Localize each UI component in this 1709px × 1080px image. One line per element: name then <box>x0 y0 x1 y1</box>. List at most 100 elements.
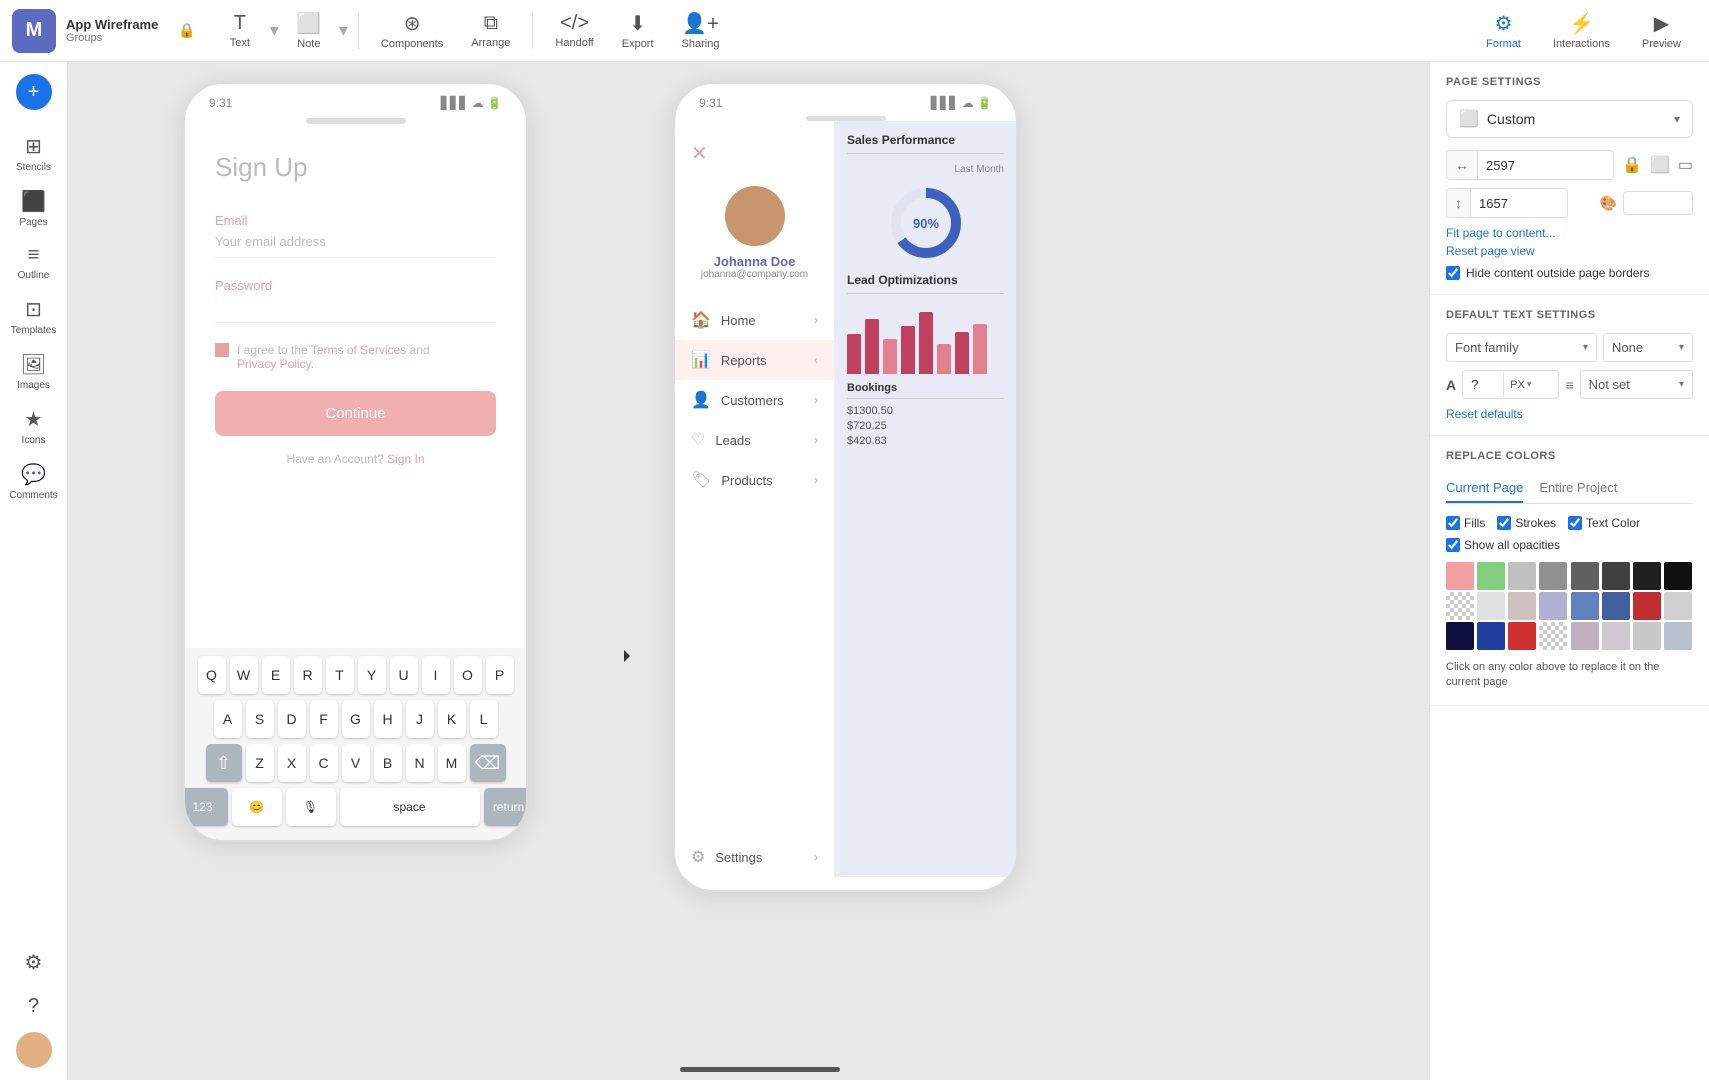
key-s[interactable]: S <box>246 700 274 738</box>
signin-link[interactable]: Sign In <box>387 452 424 466</box>
color-swatch-7[interactable] <box>1664 562 1692 590</box>
key-shift[interactable]: ⇧ <box>206 744 242 782</box>
menu-item-reports[interactable]: 📊 Reports ‹ <box>675 340 834 380</box>
hide-content-checkbox[interactable] <box>1446 266 1460 280</box>
key-123[interactable]: 123 <box>183 788 228 826</box>
key-i[interactable]: I <box>422 656 450 694</box>
privacy-link[interactable]: Privacy Policy. <box>237 357 314 371</box>
font-size-input[interactable] <box>1463 371 1503 398</box>
key-r[interactable]: R <box>294 656 322 694</box>
color-swatch-16[interactable] <box>1446 622 1474 650</box>
key-b[interactable]: B <box>374 744 402 782</box>
key-delete[interactable]: ⌫ <box>470 744 506 782</box>
arrange-tool[interactable]: ⧉ Arrange <box>457 6 524 55</box>
sidebar-item-pages[interactable]: ⬛ Pages <box>0 181 67 236</box>
sidebar-item-stencils[interactable]: ⊞ Stencils <box>0 126 67 181</box>
custom-page-dropdown[interactable]: ⬜ Custom ▾ <box>1446 100 1693 138</box>
width-input[interactable] <box>1478 152 1538 179</box>
fit-page-link[interactable]: Fit page to content... <box>1446 226 1693 240</box>
color-swatch-15[interactable] <box>1664 592 1692 620</box>
menu-item-leads[interactable]: ♡ Leads › <box>675 420 834 460</box>
color-swatch-11[interactable] <box>1539 592 1567 620</box>
lock-dimensions-icon[interactable]: 🔒 <box>1622 155 1642 175</box>
key-space[interactable]: space <box>340 788 480 826</box>
color-swatch-14[interactable] <box>1633 592 1661 620</box>
sidebar-item-templates[interactable]: ⊡ Templates <box>0 289 67 344</box>
key-mic[interactable]: 🎙 <box>286 788 336 826</box>
sharing-tool[interactable]: 👤+ Sharing <box>668 5 734 56</box>
color-swatch-21[interactable] <box>1602 622 1630 650</box>
sidebar-item-icons[interactable]: ★ Icons <box>0 399 67 454</box>
color-swatch-0[interactable] <box>1446 562 1474 590</box>
key-u[interactable]: U <box>390 656 418 694</box>
key-z[interactable]: Z <box>246 744 274 782</box>
key-c[interactable]: C <box>310 744 338 782</box>
key-t[interactable]: T <box>326 656 354 694</box>
continue-button[interactable]: Continue <box>215 391 496 436</box>
lock-icon[interactable]: 🔒 <box>178 22 195 39</box>
key-n[interactable]: N <box>406 744 434 782</box>
key-y[interactable]: Y <box>358 656 386 694</box>
key-p[interactable]: P <box>486 656 514 694</box>
text-color-checkbox[interactable] <box>1568 516 1582 530</box>
handoff-tool[interactable]: </> Handoff <box>541 6 607 55</box>
preview-tab[interactable]: ▶ Preview <box>1626 5 1697 56</box>
components-tool[interactable]: ⊛ Components <box>367 5 457 56</box>
menu-item-home[interactable]: 🏠 Home › <box>675 300 834 340</box>
color-swatch-17[interactable] <box>1477 622 1505 650</box>
interactions-tab[interactable]: ⚡ Interactions <box>1537 5 1626 56</box>
key-return[interactable]: return <box>484 788 529 826</box>
color-swatch-4[interactable] <box>1571 562 1599 590</box>
reset-defaults-link[interactable]: Reset defaults <box>1446 407 1693 421</box>
tab-current-page[interactable]: Current Page <box>1446 474 1523 503</box>
key-w[interactable]: W <box>230 656 258 694</box>
format-tab[interactable]: ⚙ Format <box>1470 5 1537 56</box>
font-size-unit-dropdown[interactable]: PX ▾ <box>1503 373 1537 397</box>
color-swatch-3[interactable] <box>1539 562 1567 590</box>
terms-checkbox[interactable] <box>215 343 229 357</box>
color-swatch-2[interactable] <box>1508 562 1536 590</box>
user-profile-avatar[interactable] <box>725 186 785 246</box>
color-swatch-5[interactable] <box>1602 562 1630 590</box>
key-o[interactable]: O <box>454 656 482 694</box>
not-set-dropdown[interactable]: Not set ▾ <box>1580 370 1693 399</box>
note-tool[interactable]: ⬜ Note <box>281 5 337 56</box>
color-swatch-12[interactable] <box>1571 592 1599 620</box>
fill-color-input[interactable] <box>1623 191 1693 215</box>
key-d[interactable]: D <box>278 700 306 738</box>
color-swatch-8[interactable] <box>1446 592 1474 620</box>
color-swatch-23[interactable] <box>1664 622 1692 650</box>
key-l[interactable]: L <box>470 700 498 738</box>
show-opacities-checkbox[interactable] <box>1446 538 1460 552</box>
landscape-icon[interactable]: ▭ <box>1678 155 1693 175</box>
reset-view-link[interactable]: Reset page view <box>1446 244 1693 258</box>
color-swatch-22[interactable] <box>1633 622 1661 650</box>
tab-entire-project[interactable]: Entire Project <box>1539 474 1617 503</box>
font-weight-dropdown[interactable]: None ▾ <box>1603 333 1693 362</box>
color-swatch-13[interactable] <box>1602 592 1630 620</box>
sidebar-item-comments[interactable]: 💬 Comments <box>0 454 67 509</box>
font-family-dropdown[interactable]: Font family ▾ <box>1446 333 1597 362</box>
text-tool[interactable]: T Text <box>212 6 268 55</box>
key-j[interactable]: J <box>406 700 434 738</box>
app-logo[interactable]: M <box>12 9 56 53</box>
color-swatch-20[interactable] <box>1571 622 1599 650</box>
menu-item-customers[interactable]: 👤 Customers › <box>675 380 834 420</box>
menu-item-settings[interactable]: ⚙ Settings › <box>675 837 834 877</box>
color-swatch-1[interactable] <box>1477 562 1505 590</box>
key-k[interactable]: K <box>438 700 466 738</box>
user-avatar[interactable] <box>16 1032 52 1068</box>
strokes-checkbox[interactable] <box>1497 516 1511 530</box>
canvas-area[interactable]: 9:31 ▋▋▋ ☁ 🔋 Sign Up Email Your email ad… <box>68 62 1429 1080</box>
height-input[interactable] <box>1471 190 1531 217</box>
note-tool-dropdown[interactable]: ▾ <box>339 20 348 41</box>
color-swatch-6[interactable] <box>1633 562 1661 590</box>
key-x[interactable]: X <box>278 744 306 782</box>
menu-item-products[interactable]: 🏷 Products › <box>675 460 834 500</box>
key-a[interactable]: A <box>214 700 242 738</box>
color-swatch-9[interactable] <box>1477 592 1505 620</box>
key-h[interactable]: H <box>374 700 402 738</box>
key-emoji[interactable]: 😊 <box>232 788 282 826</box>
color-swatch-19[interactable] <box>1539 622 1567 650</box>
text-tool-dropdown[interactable]: ▾ <box>270 20 279 41</box>
